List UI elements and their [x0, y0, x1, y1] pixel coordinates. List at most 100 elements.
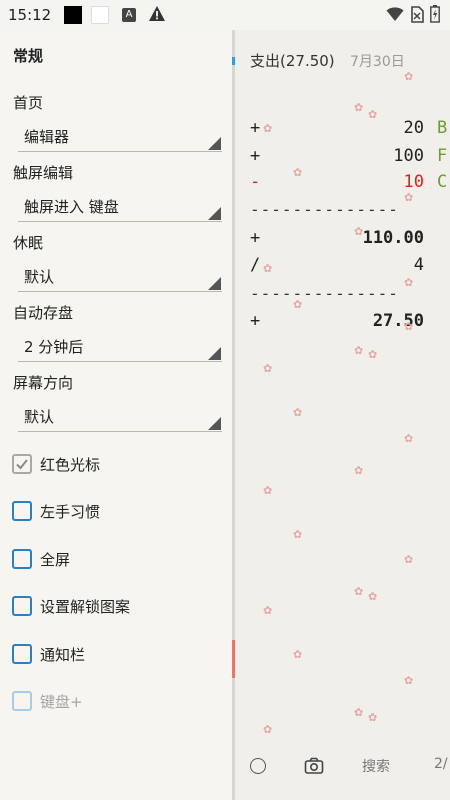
line-operator: + — [250, 311, 261, 331]
petal-icon: ✿ — [404, 553, 414, 566]
petal-icon: ✿ — [368, 711, 378, 724]
petal-icon: ✿ — [368, 108, 378, 121]
editor-line: + 110.00 — [250, 228, 450, 252]
checkbox-checked-icon[interactable] — [12, 454, 32, 474]
petal-icon: ✿ — [293, 166, 303, 179]
settings-drawer: 常规 首页 编辑器 触屏编辑 触屏进入 键盘 休眠 默认 自动存盘 2 分钟后 … — [0, 30, 232, 800]
battery-icon — [430, 5, 440, 27]
petal-icon: ✿ — [293, 406, 303, 419]
petal-icon: ✿ — [404, 432, 414, 445]
editor-line: + 27.50 — [250, 311, 450, 335]
petal-icon: ✿ — [404, 70, 414, 83]
petal-icon: ✿ — [404, 276, 414, 289]
dropdown-triangle-icon — [208, 137, 221, 150]
petal-icon: ✿ — [368, 590, 378, 603]
line-operator: + — [250, 146, 261, 166]
petal-icon: ✿ — [354, 225, 364, 238]
setting-label-orientation: 屏幕方向 — [13, 374, 74, 392]
line-value: 100 — [393, 146, 424, 166]
checkbox-fullscreen[interactable]: 全屏 — [12, 547, 70, 571]
checkbox-red-cursor[interactable]: 红色光标 — [12, 452, 100, 476]
checkbox-label: 全屏 — [40, 550, 71, 569]
dropdown-triangle-icon — [208, 417, 221, 430]
editor-title: 支出(27.50) — [250, 52, 335, 70]
petal-icon: ✿ — [263, 604, 273, 617]
status-time: 15:12 — [8, 6, 52, 24]
status-bar: 15:12 A — [0, 0, 450, 30]
select-value: 编辑器 — [24, 128, 70, 146]
select-touch-edit[interactable]: 触屏进入 键盘 — [18, 194, 222, 222]
petal-icon: ✿ — [354, 344, 364, 357]
select-value: 默认 — [24, 408, 55, 426]
line-tag: B — [437, 118, 448, 138]
editor-edge — [232, 30, 235, 800]
drawer-header: 常规 — [13, 47, 44, 65]
setting-label-sleep: 休眠 — [13, 234, 44, 252]
editor-date: 7月30日 — [350, 54, 405, 70]
editor-line: / 4 — [250, 255, 450, 279]
setting-label-home: 首页 — [13, 94, 44, 112]
editor-bottom-bar: 搜索 2/ — [232, 750, 450, 784]
petal-icon: ✿ — [263, 484, 273, 497]
search-button[interactable]: 搜索 — [362, 756, 390, 776]
petal-icon: ✿ — [404, 320, 414, 333]
black-square-icon — [64, 6, 82, 24]
line-tag: F — [437, 146, 448, 166]
white-square-icon — [91, 6, 109, 24]
select-home[interactable]: 编辑器 — [18, 124, 222, 152]
page-indicator: 2/ — [434, 756, 448, 772]
a-notification-icon: A — [122, 8, 136, 22]
setting-label-touch-edit: 触屏编辑 — [13, 164, 74, 182]
line-operator: + — [250, 228, 261, 248]
circle-icon[interactable] — [250, 758, 266, 774]
petal-icon: ✿ — [293, 648, 303, 661]
line-operator: / — [250, 255, 261, 275]
line-operator: - — [250, 172, 261, 192]
line-value: 110.00 — [362, 228, 424, 248]
select-sleep[interactable]: 默认 — [18, 264, 222, 292]
checkbox-label: 红色光标 — [40, 455, 101, 474]
checkbox-icon[interactable] — [12, 549, 32, 569]
checkbox-notification-bar[interactable]: 通知栏 — [12, 642, 85, 666]
select-value: 2 分钟后 — [24, 338, 84, 356]
editor-cursor-marker — [232, 640, 235, 678]
checkbox-icon[interactable] — [12, 596, 32, 616]
petal-icon: ✿ — [263, 122, 273, 135]
camera-icon[interactable] — [304, 757, 324, 779]
checkbox-unlock-pattern[interactable]: 设置解锁图案 — [12, 594, 130, 618]
no-sim-icon — [410, 5, 424, 27]
select-value: 默认 — [24, 268, 55, 286]
checkbox-left-hand[interactable]: 左手习惯 — [12, 499, 100, 523]
editor-line: - 10 C — [250, 172, 450, 196]
line-value: 20 — [403, 118, 424, 138]
petal-icon: ✿ — [263, 362, 273, 375]
petal-icon: ✿ — [354, 585, 364, 598]
petal-icon: ✿ — [368, 348, 378, 361]
dropdown-triangle-icon — [208, 277, 221, 290]
checkbox-label: 键盘+ — [40, 692, 83, 711]
line-operator: + — [250, 118, 261, 138]
checkbox-keyboard-plus: 键盘+ — [12, 689, 83, 713]
editor-line: + 100 F — [250, 146, 450, 170]
select-autosave[interactable]: 2 分钟后 — [18, 334, 222, 362]
petal-icon: ✿ — [293, 298, 303, 311]
line-tag: C — [437, 172, 448, 192]
petal-icon: ✿ — [404, 674, 414, 687]
dropdown-triangle-icon — [208, 207, 221, 220]
petal-icon: ✿ — [354, 706, 364, 719]
line-value: 4 — [413, 255, 424, 275]
editor-separator: -------------- — [250, 284, 399, 303]
editor-line: + 20 B — [250, 118, 450, 142]
checkbox-icon[interactable] — [12, 644, 32, 664]
select-value: 触屏进入 键盘 — [24, 198, 119, 216]
line-value: 10 — [403, 172, 424, 192]
editor-scroll-marker — [232, 57, 235, 65]
checkbox-disabled-icon — [12, 691, 32, 711]
dropdown-triangle-icon — [208, 347, 221, 360]
warning-icon — [148, 5, 166, 27]
checkbox-icon[interactable] — [12, 501, 32, 521]
petal-icon: ✿ — [263, 262, 273, 275]
editor-separator: -------------- — [250, 200, 399, 219]
petal-icon: ✿ — [354, 464, 364, 477]
select-orientation[interactable]: 默认 — [18, 404, 222, 432]
